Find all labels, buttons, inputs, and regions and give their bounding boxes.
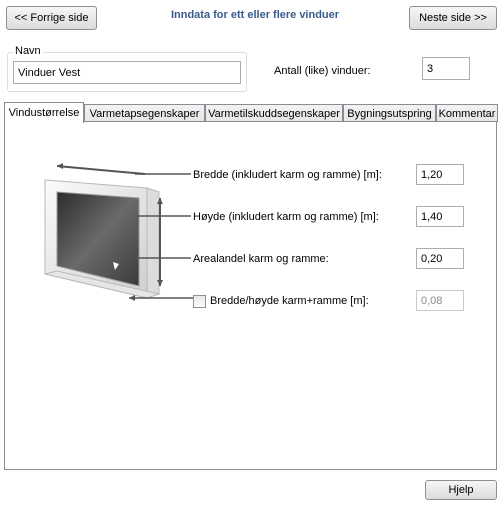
tab-heat-loss[interactable]: Varmetapsegenskaper <box>84 104 205 122</box>
name-legend: Navn <box>13 45 43 57</box>
dimension-arrows <box>135 173 191 259</box>
height-label: Høyde (inkludert karm og ramme) [m]: <box>193 211 379 223</box>
height-input[interactable]: 1,40 <box>416 206 464 227</box>
window-count-input[interactable]: 3 <box>422 57 470 80</box>
tab-bar: Vindustørrelse Varmetapsegenskaper Varme… <box>4 102 498 123</box>
tab-building-projection[interactable]: Bygningsutspring <box>343 104 436 122</box>
previous-page-button[interactable]: << Forrige side <box>6 6 97 30</box>
tab-heat-gain[interactable]: Varmetilskuddsegenskaper <box>205 104 343 122</box>
width-label: Bredde (inkludert karm og ramme) [m]: <box>193 169 382 181</box>
next-page-button[interactable]: Neste side >> <box>409 6 497 30</box>
window-count-label: Antall (like) vinduer: <box>274 65 371 77</box>
tab-panel: Bredde (inkludert karm og ramme) [m]: 1,… <box>4 121 497 470</box>
tab-window-size[interactable]: Vindustørrelse <box>4 102 84 123</box>
frame-fraction-input[interactable]: 0,20 <box>416 248 464 269</box>
tab-comment[interactable]: Kommentar <box>436 104 498 122</box>
help-button[interactable]: Hjelp <box>425 480 497 500</box>
name-input[interactable]: Vinduer Vest <box>13 61 241 84</box>
page-title: Inndata for ett eller flere vinduer <box>170 9 340 21</box>
frame-fraction-label: Arealandel karm og ramme: <box>193 253 329 265</box>
frame-width-label: Bredde/høyde karm+ramme [m]: <box>210 295 369 307</box>
frame-width-input[interactable]: 0,08 <box>416 290 464 311</box>
width-input[interactable]: 1,20 <box>416 164 464 185</box>
name-group: Navn Vinduer Vest <box>7 45 247 92</box>
frame-width-checkbox[interactable] <box>193 295 206 308</box>
